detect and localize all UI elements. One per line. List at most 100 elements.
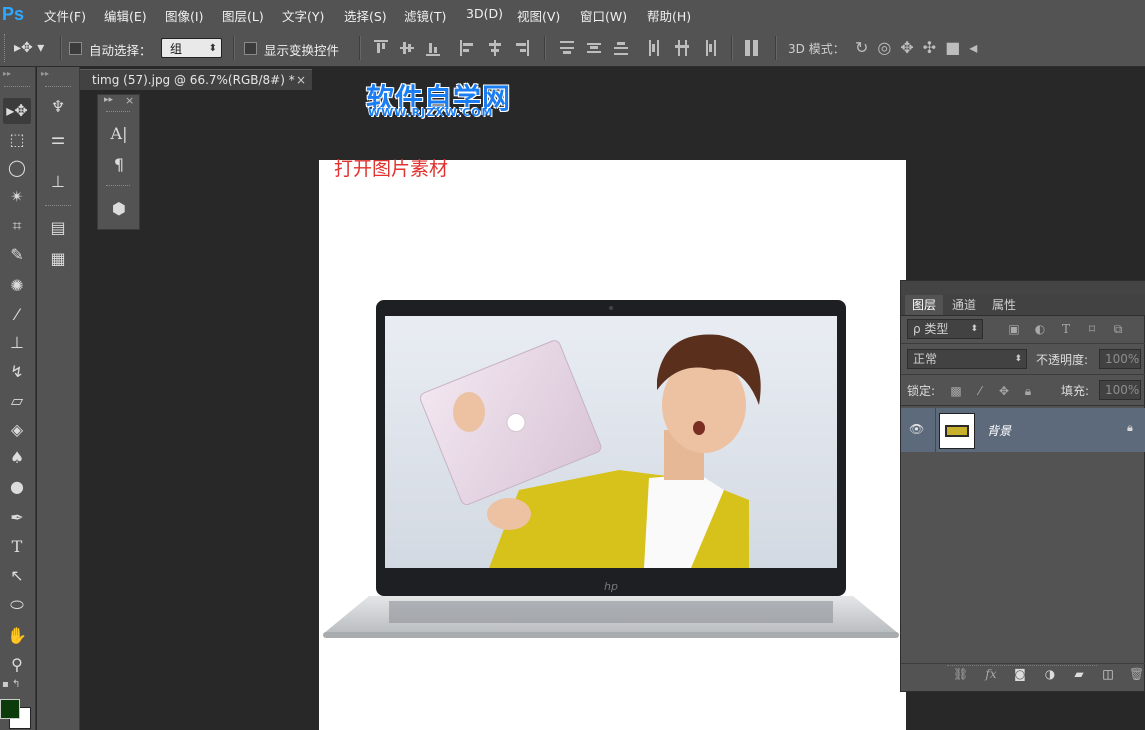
new-layer-icon[interactable]: ◫ [1101, 667, 1115, 681]
auto-align-icon[interactable] [745, 40, 759, 56]
healing-brush-tool-icon[interactable]: ✺ [3, 273, 31, 299]
eraser-tool-icon[interactable]: ▱ [3, 388, 31, 414]
3d-camera-icon[interactable]: ■◂ [945, 38, 986, 57]
swap-colors-icon[interactable]: ▪ ↰ [2, 679, 32, 693]
floating-collapse-icon[interactable]: ▸▸ [104, 95, 113, 105]
align-hcenter-icon[interactable] [488, 40, 502, 56]
lasso-tool-icon[interactable]: ◯ [3, 155, 31, 181]
floating-close-icon[interactable]: × [125, 94, 134, 107]
clone-stamp-tool-icon[interactable]: ⊥ [3, 330, 31, 356]
new-adjustment-layer-icon[interactable]: ◑ [1043, 667, 1057, 681]
history-brush-tool-icon[interactable]: ↯ [3, 359, 31, 385]
marquee-tool-icon[interactable]: ⬚ [3, 127, 31, 153]
paint-bucket-tool-icon[interactable]: ◈ [3, 417, 31, 443]
3d-rotate-icon[interactable]: ↻ [855, 38, 877, 57]
layer-visibility-eye-icon[interactable]: 👁︎ [909, 422, 924, 436]
distribute-hcenter-icon[interactable] [675, 40, 689, 56]
add-mask-icon[interactable]: ◙ [1013, 667, 1027, 681]
layer-thumbnail[interactable] [939, 413, 975, 449]
delete-layer-icon[interactable]: 🗑︎ [1129, 667, 1144, 681]
menu-filter[interactable]: 滤镜(T) [404, 6, 446, 25]
zoom-tool-icon[interactable]: ⚲ [3, 652, 31, 678]
layer-style-fx-icon[interactable]: fx [984, 667, 998, 681]
menu-3d[interactable]: 3D(D) [466, 6, 503, 21]
lock-image-icon[interactable]: ⁄ [973, 384, 987, 398]
character-panel-icon[interactable]: A| [105, 122, 133, 146]
link-layers-icon[interactable]: ⛓ [953, 667, 968, 681]
align-left-icon[interactable] [460, 40, 474, 56]
align-bottom-icon[interactable] [426, 40, 440, 56]
menu-help[interactable]: 帮助(H) [647, 6, 691, 25]
filter-pixel-icon[interactable]: ▣ [1007, 322, 1021, 336]
fill-field[interactable]: 100% [1099, 380, 1141, 400]
menu-type[interactable]: 文字(Y) [282, 6, 324, 25]
path-selection-tool-icon[interactable]: ↖ [3, 563, 31, 589]
filter-type-icon[interactable]: T [1059, 322, 1073, 336]
new-group-icon[interactable]: ▰ [1072, 667, 1086, 681]
lock-position-icon[interactable]: ✥ [997, 384, 1011, 398]
menu-view[interactable]: 视图(V) [517, 6, 560, 25]
toolbar-collapse-icon[interactable]: ▸▸ [3, 69, 31, 78]
opacity-field[interactable]: 100% [1099, 349, 1141, 369]
document-tab[interactable]: timg (57).jpg @ 66.7%(RGB/8#) * × [80, 69, 312, 90]
eyedropper-tool-icon[interactable]: ✎ [3, 242, 31, 268]
adjustments-icon[interactable]: ⚌ [44, 127, 72, 151]
notes-panel-icon[interactable]: ▦ [44, 247, 72, 271]
paragraph-panel-icon[interactable]: ¶ [105, 153, 133, 177]
align-vcenter-icon[interactable] [400, 40, 414, 56]
panel-header-bar[interactable] [901, 281, 1145, 295]
auto-select-dropdown[interactable]: 组 ⬍ [161, 38, 222, 58]
tab-properties[interactable]: 属性 [985, 295, 1023, 315]
distribute-top-icon[interactable] [560, 40, 574, 56]
blur-tool-icon[interactable]: ♠ [3, 445, 31, 471]
layer-filter-dropdown[interactable]: ρ 类型 ⬍ [907, 319, 983, 339]
strip-collapse-icon[interactable]: ▸▸ [41, 69, 71, 78]
menu-image[interactable]: 图像(I) [165, 6, 203, 25]
foreground-color-swatch[interactable] [0, 699, 20, 719]
updown-arrow-icon: ⬍ [970, 324, 978, 334]
filter-smart-object-icon[interactable]: ⧉ [1111, 322, 1125, 336]
brush-tool-icon[interactable]: ⁄ [3, 302, 31, 328]
move-tool-icon[interactable]: ▸✥ [3, 98, 31, 124]
menu-file[interactable]: 文件(F) [44, 6, 86, 25]
lock-transparent-icon[interactable]: ▩ [949, 384, 963, 398]
collapsed-panel-strip: ▸▸ ♆ ⚌ ⊥ ▤ ▦ [37, 67, 80, 730]
3d-panel-icon[interactable]: ⬢ [105, 197, 133, 221]
clone-source-icon[interactable]: ⊥ [44, 170, 72, 194]
brush-preset-icon[interactable]: ♆ [44, 95, 72, 119]
menu-window[interactable]: 窗口(W) [580, 6, 627, 25]
align-top-icon[interactable] [374, 40, 388, 56]
magic-wand-tool-icon[interactable]: ✴ [3, 184, 31, 210]
menu-edit[interactable]: 编辑(E) [104, 6, 147, 25]
3d-slide-icon[interactable]: ✣ [923, 38, 945, 57]
move-tool-preset-icon[interactable]: ▸✥ ▾ [14, 38, 58, 58]
align-right-icon[interactable] [515, 40, 529, 56]
show-transform-checkbox[interactable] [244, 42, 257, 55]
distribute-right-icon[interactable] [702, 40, 716, 56]
hand-tool-icon[interactable]: ✋ [3, 623, 31, 649]
blend-mode-dropdown[interactable]: 正常 ⬍ [907, 349, 1027, 369]
crop-tool-icon[interactable]: ⌗ [3, 213, 31, 239]
3d-roll-icon[interactable]: ◎ [877, 38, 900, 57]
ellipse-tool-icon[interactable]: ⬭ [3, 592, 31, 618]
menu-select[interactable]: 选择(S) [344, 6, 387, 25]
document-canvas[interactable]: hp [319, 160, 906, 730]
lock-all-icon[interactable]: 🔒︎ [1021, 384, 1035, 398]
auto-select-checkbox[interactable] [69, 42, 82, 55]
tab-layers[interactable]: 图层 [905, 295, 943, 315]
distribute-vcenter-icon[interactable] [587, 40, 601, 56]
tab-channels[interactable]: 通道 [945, 295, 983, 315]
filter-shape-icon[interactable]: ⌑ [1085, 322, 1099, 336]
pen-tool-icon[interactable]: ✒ [3, 505, 31, 531]
3d-pan-icon[interactable]: ✥ [900, 38, 922, 57]
menu-layer[interactable]: 图层(L) [222, 6, 264, 25]
close-tab-icon[interactable]: × [296, 70, 306, 91]
layer-row[interactable]: 👁︎ 背景 🔒︎ [901, 408, 1145, 452]
layer-name[interactable]: 背景 [987, 422, 1011, 439]
history-panel-icon[interactable]: ▤ [44, 216, 72, 240]
dodge-tool-icon[interactable]: ● [3, 474, 31, 500]
distribute-left-icon[interactable] [648, 40, 662, 56]
filter-adjustment-icon[interactable]: ◐ [1033, 322, 1047, 336]
distribute-bottom-icon[interactable] [614, 40, 628, 56]
type-tool-icon[interactable]: T [3, 534, 31, 560]
